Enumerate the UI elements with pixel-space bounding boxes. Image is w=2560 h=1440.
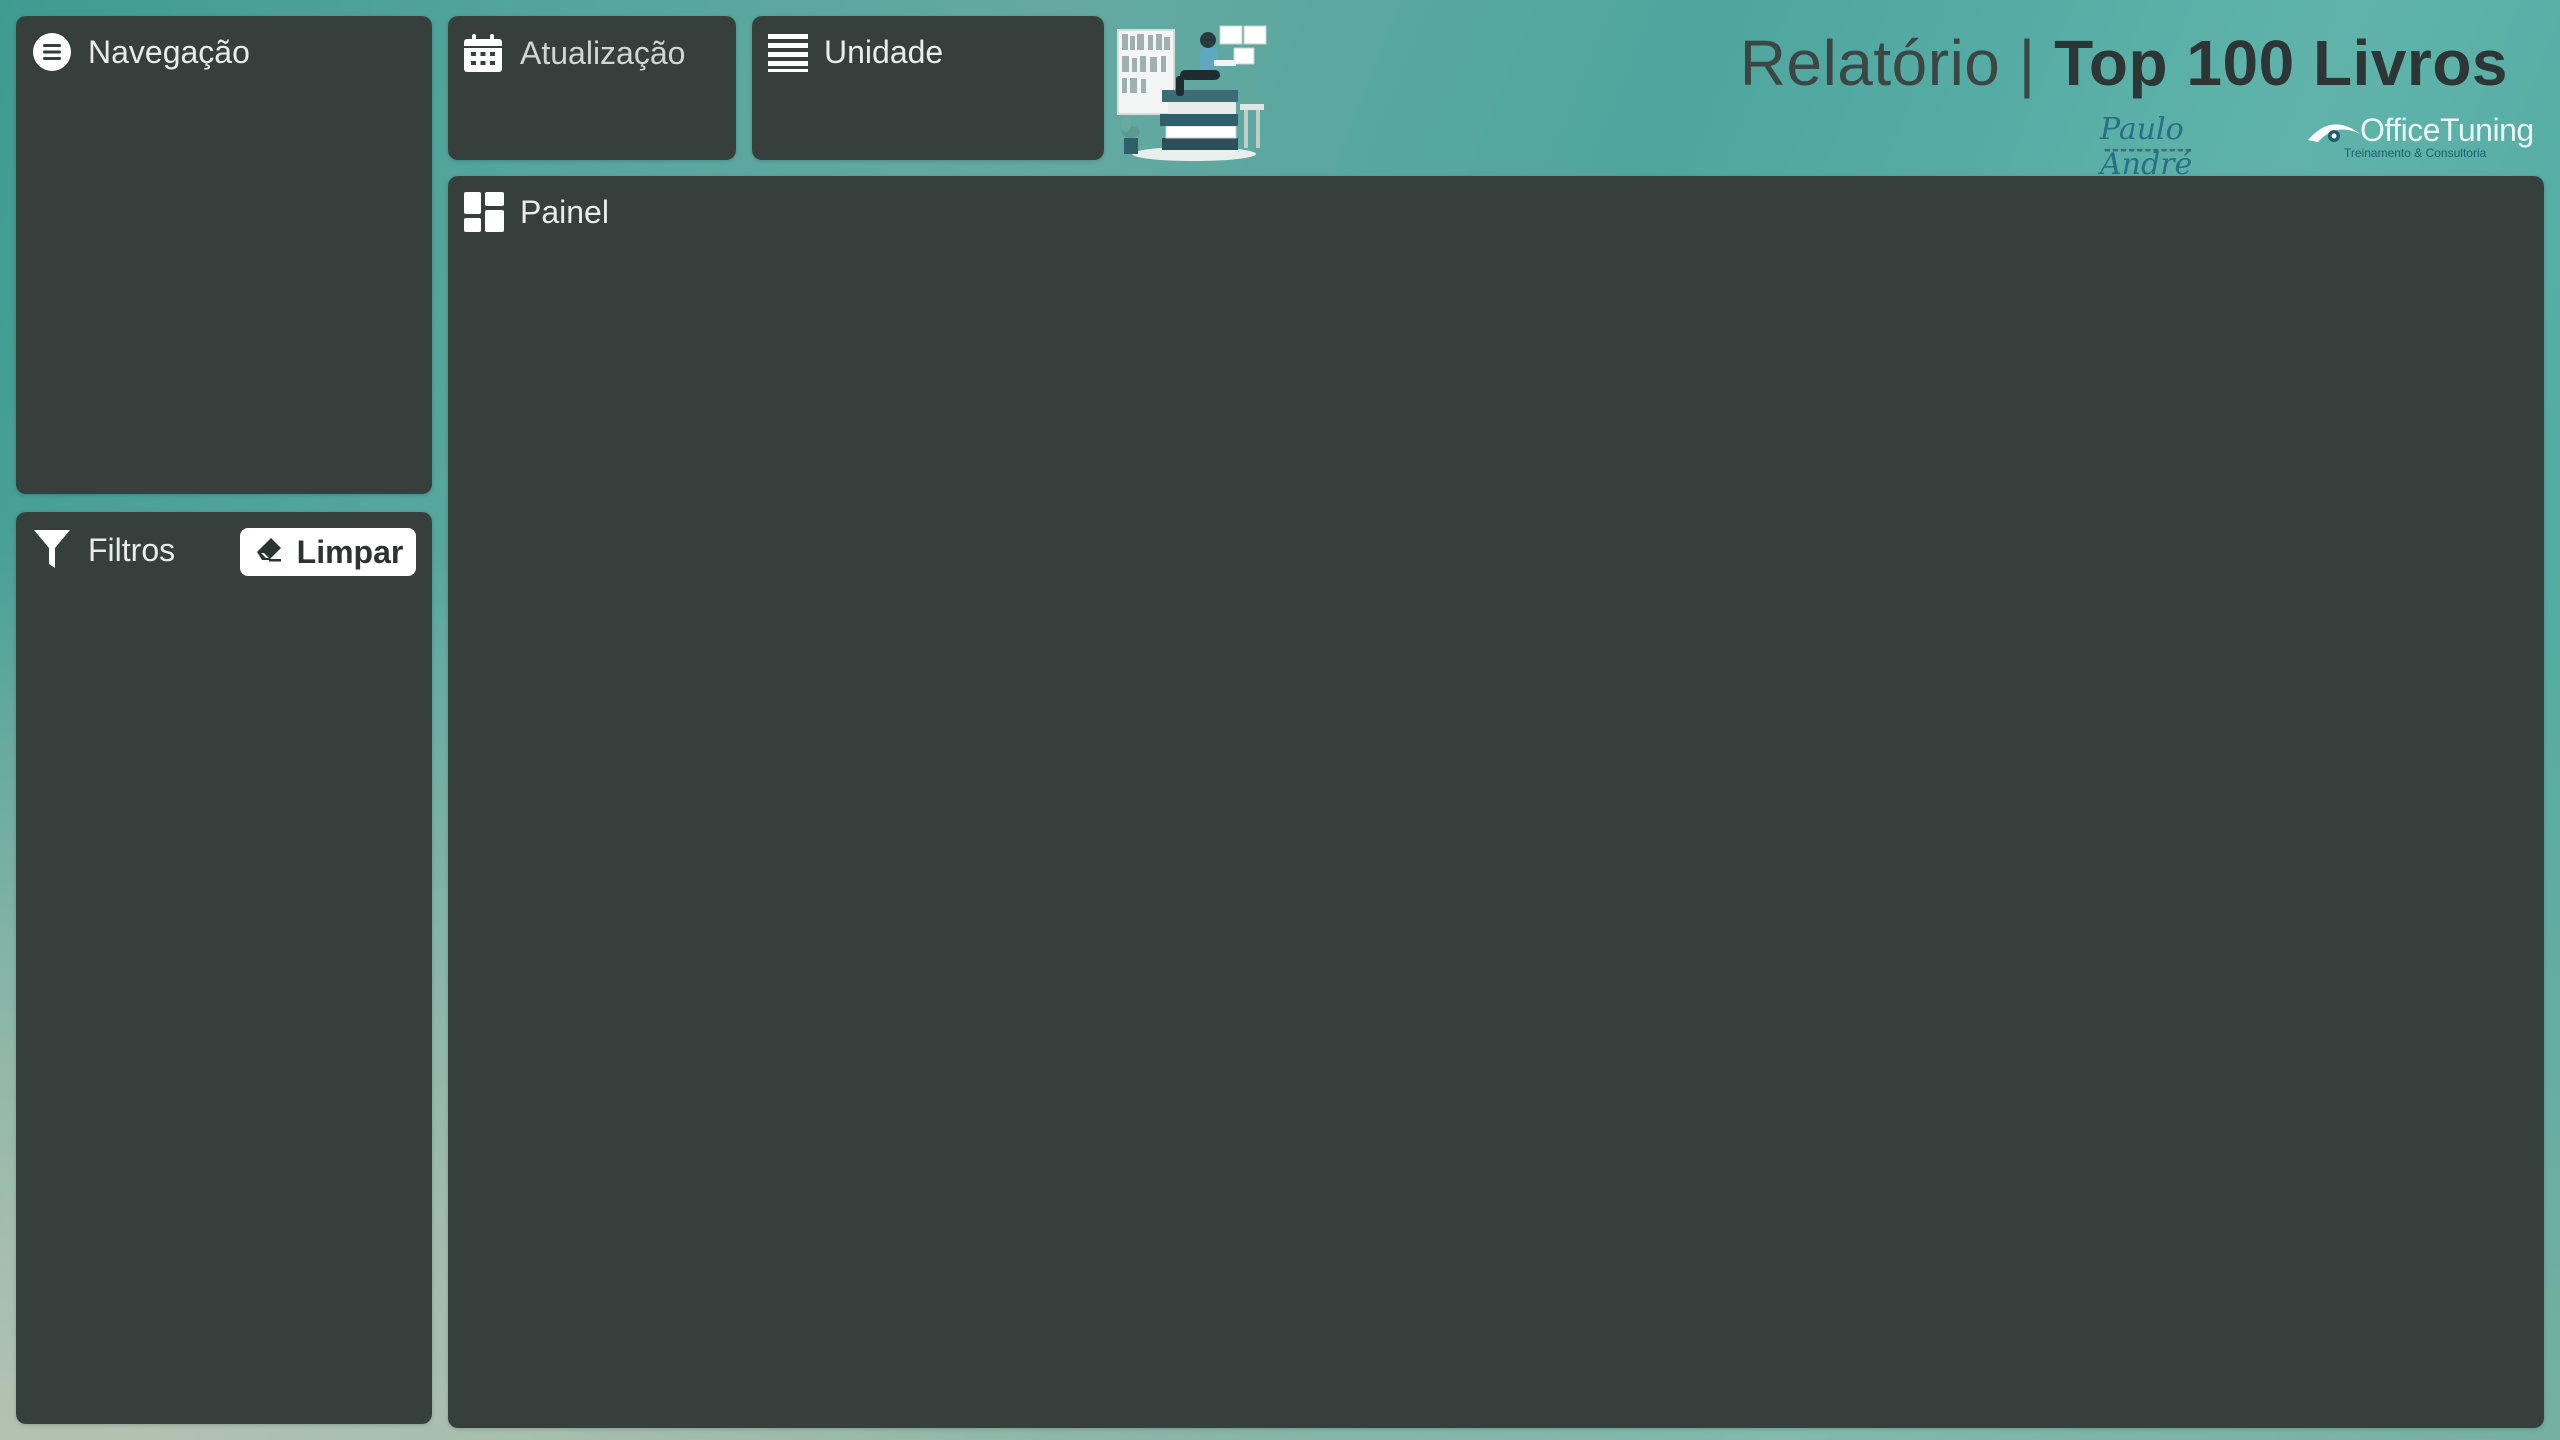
navigation-panel: Navegação (16, 16, 432, 494)
paulo-andre-logo: Paulo André ▬▬▬▬▬▬▬▬▬▬▬ (2100, 112, 2260, 182)
report-title-prefix: Relatório | (1739, 27, 2055, 99)
filters-header: Filtros (32, 528, 175, 572)
clear-filters-label: Limpar (296, 533, 404, 570)
dashboard-header: Painel (464, 192, 609, 232)
navigation-header[interactable]: Navegação (32, 32, 250, 72)
clear-filters-button[interactable]: Limpar (240, 528, 416, 576)
dashboard-tiles-icon (464, 192, 504, 232)
funnel-icon (32, 528, 72, 572)
unit-header: Unidade (768, 32, 943, 72)
report-title-main: Top 100 Livros (2054, 27, 2508, 99)
eraser-icon (253, 532, 285, 572)
report-title: Relatório | Top 100 Livros (1740, 26, 2508, 100)
update-label: Atualização (520, 34, 686, 71)
office-tuning-tagline: Treinamento & Consultoria (2344, 146, 2487, 160)
update-panel: Atualização (448, 16, 736, 160)
filters-label: Filtros (88, 531, 176, 568)
reading-illustration (1116, 20, 1272, 162)
paulo-andre-logo-underline: ▬▬▬▬▬▬▬▬▬▬▬ (2104, 146, 2194, 154)
dashboard-panel: Painel (448, 176, 2544, 1428)
unit-panel: Unidade (752, 16, 1104, 160)
office-tuning-logo: OfficeTuning Treinamento & Consultoria (2306, 112, 2534, 162)
dashboard-label: Painel (520, 193, 609, 230)
calendar-icon (462, 32, 504, 74)
update-header: Atualização (462, 32, 685, 74)
navigation-label: Navegação (88, 33, 250, 70)
office-tuning-logo-text: OfficeTuning (2360, 112, 2534, 148)
filters-panel: Filtros Limpar (16, 512, 432, 1424)
menu-circle-icon (32, 32, 72, 72)
list-lines-icon (768, 32, 808, 72)
unit-label: Unidade (824, 33, 944, 70)
